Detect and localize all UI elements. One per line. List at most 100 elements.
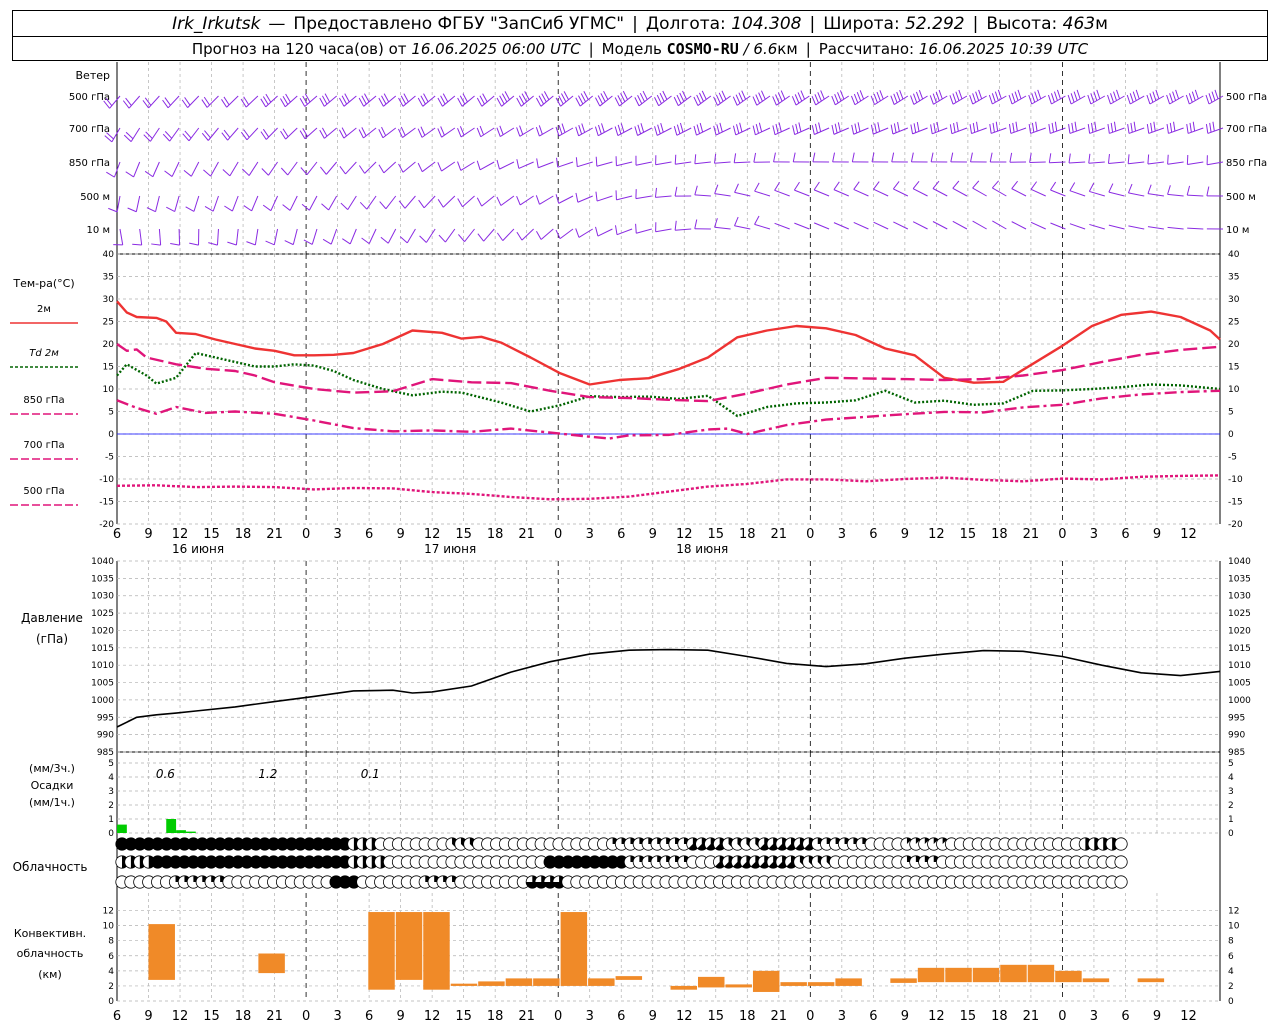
wind-barb	[714, 184, 731, 197]
wind-barb-feather	[595, 191, 598, 202]
wind-barb-feather	[227, 241, 237, 246]
wind-barb	[185, 195, 200, 212]
wind-barb	[774, 182, 790, 197]
y-tick-label-right: 990	[1228, 731, 1245, 741]
wind-barb-feather	[694, 154, 697, 164]
wind-barb-feather	[1054, 121, 1058, 132]
wind-barb-feather	[1127, 154, 1130, 164]
wind-barb-feather	[856, 92, 862, 102]
wind-barb	[752, 122, 771, 136]
wind-barb-staff	[481, 195, 495, 207]
wind-barb-feather	[995, 121, 999, 132]
wind-barb-feather	[108, 207, 118, 213]
wind-barb-feather	[418, 199, 425, 209]
y-tick-label-right: 1	[1228, 815, 1234, 825]
wind-barb-feather	[780, 90, 786, 100]
wind-barb	[595, 90, 613, 107]
wind-barb-staff	[445, 228, 456, 243]
wind-barb-staff	[539, 195, 554, 205]
wind-barb	[614, 90, 633, 107]
wind-barb-feather	[378, 164, 385, 174]
wind-barb-staff	[1029, 161, 1046, 163]
wind-barb	[1087, 121, 1105, 134]
precip-axis-label-top: (мм/3ч.)	[29, 762, 75, 775]
wind-barb-feather	[166, 206, 175, 212]
wind-barb-feather	[639, 92, 645, 102]
wind-barb-feather	[1205, 94, 1210, 105]
wind-barb	[772, 122, 790, 136]
wind-barb-feather	[342, 238, 351, 245]
wind-barb-feather	[594, 126, 599, 136]
wind-barb	[575, 91, 594, 107]
wind-barb	[201, 95, 219, 108]
wind-barb-feather	[1108, 183, 1114, 193]
wind-barb-feather	[814, 94, 819, 104]
wind-barb	[1126, 89, 1145, 105]
y-tick-label-right: 1000	[1228, 696, 1251, 706]
wind-barb	[594, 123, 613, 137]
wind-barb-feather	[440, 126, 445, 136]
wind-barb-staff	[441, 161, 456, 172]
wind-barb-feather	[1048, 153, 1052, 163]
wind-barb-staff	[931, 161, 948, 163]
y-tick-label-right: 2	[1228, 801, 1234, 811]
y-tick-label-right: -10	[1228, 475, 1243, 485]
wind-barb	[1069, 182, 1086, 197]
wind-barb	[673, 90, 692, 107]
wind-barb-staff	[911, 161, 928, 163]
wind-barb-feather	[871, 152, 875, 163]
pressure-axis-label: Давление	[21, 611, 83, 625]
wind-barb-feather	[734, 183, 739, 193]
wind-barb-feather	[874, 123, 877, 133]
wind-barb-feather	[791, 96, 797, 106]
wind-barb-feather	[1034, 91, 1039, 101]
wind-barb-staff	[675, 161, 692, 165]
wind-barb-feather	[732, 96, 738, 106]
wind-barb	[1008, 121, 1027, 134]
wind-barb-feather	[1116, 89, 1120, 100]
wind-barb-staff	[540, 228, 554, 240]
wind-barb-staff	[483, 228, 495, 242]
wind-barb	[143, 127, 160, 142]
wind-barb-staff	[655, 195, 672, 198]
wind-barb	[123, 127, 141, 143]
wind-barb-feather	[246, 241, 256, 246]
wind-barb-feather	[694, 185, 698, 196]
wind-barb-staff	[972, 220, 987, 230]
wind-barb	[932, 180, 948, 197]
wind-barb	[342, 228, 357, 245]
wind-barb-feather	[654, 97, 660, 106]
wind-barb-feather	[991, 93, 996, 103]
convective-bar	[670, 985, 698, 990]
precip-3h-label: 0.1	[361, 767, 380, 781]
wind-barb-feather	[1206, 155, 1208, 165]
wind-barb	[853, 181, 869, 197]
wind-barb	[398, 161, 416, 173]
time-tick-label: 21	[266, 527, 283, 542]
wind-barb-feather	[1051, 122, 1054, 133]
wind-barb-staff	[155, 195, 160, 212]
wind-barb-feather	[969, 94, 974, 105]
y-tick-label-right: 10	[1228, 385, 1240, 395]
wind-barb	[299, 93, 318, 107]
wind-barb-feather	[634, 97, 640, 107]
wind-barb-feather	[994, 91, 999, 101]
wind-barb	[655, 222, 672, 233]
wind-barb-feather	[1166, 123, 1169, 134]
wind-barb-feather	[952, 180, 960, 189]
wind-barb-feather	[595, 156, 598, 167]
wind-barb	[674, 186, 692, 197]
wind-barb	[972, 180, 987, 197]
wind-barb	[714, 153, 731, 164]
wind-barb-feather	[1191, 91, 1196, 101]
wind-barb-feather	[891, 152, 895, 163]
wind-barb	[359, 195, 377, 210]
wind-barb-staff	[616, 195, 633, 201]
wind-barb	[893, 221, 909, 230]
time-tick-label-bottom: 3	[586, 1009, 594, 1024]
y-tick-label-right: 6	[1228, 952, 1234, 962]
wind-barb-feather	[614, 126, 619, 136]
wind-barb-feather	[203, 169, 211, 177]
wind-barb	[127, 195, 141, 213]
wind-barb-feather	[496, 127, 501, 137]
